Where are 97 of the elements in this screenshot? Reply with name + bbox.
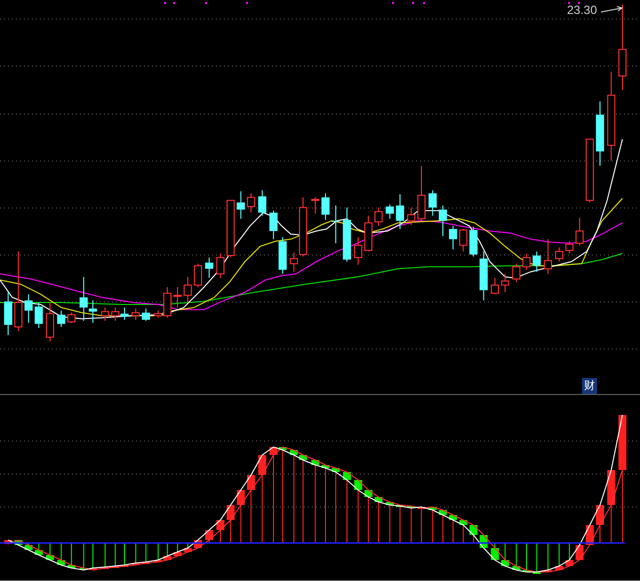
- candlestick: [407, 208, 416, 225]
- candlestick: [576, 218, 584, 246]
- candlestick: [216, 253, 224, 278]
- indicator-bar: [34, 542, 43, 556]
- indicator-bar: [374, 497, 383, 544]
- candlestick: [522, 253, 531, 270]
- candlestick: [311, 197, 320, 214]
- indicator-bar: [101, 542, 110, 569]
- candlestick: [490, 278, 499, 294]
- candlestick: [459, 228, 468, 252]
- indicator-bar: [364, 490, 372, 544]
- candlestick: [374, 208, 383, 226]
- candlestick: [24, 294, 33, 323]
- indicator-bar: [522, 542, 531, 572]
- indicator-bar: [417, 506, 426, 544]
- indicator-bar: [428, 507, 437, 544]
- indicator-bar: [142, 542, 150, 564]
- indicator-bar: [174, 542, 182, 556]
- candlestick: [354, 237, 362, 265]
- finance-badge[interactable]: 财: [582, 378, 597, 394]
- arrow-icon: [600, 6, 624, 14]
- candlestick: [173, 287, 182, 308]
- indicator-bar: [354, 480, 362, 544]
- indicator-bar: [132, 542, 140, 565]
- candlestick: [194, 264, 202, 288]
- candlestick: [332, 206, 340, 244]
- indicator-bar: [14, 540, 22, 546]
- candlestick: [4, 292, 12, 336]
- indicator-bar: [407, 506, 416, 544]
- candlestick: [469, 226, 478, 257]
- candlestick: [342, 208, 352, 262]
- indicator-bar: [386, 502, 394, 544]
- indicator-bar: [555, 542, 564, 570]
- candlestick: [417, 166, 426, 221]
- indicator-bar: [512, 542, 520, 570]
- indicator-bar: [4, 540, 12, 544]
- indicator-bar: [111, 542, 120, 568]
- candlestick: [448, 226, 458, 250]
- indicator-bar: [532, 542, 541, 574]
- indicator-bar: [396, 505, 404, 544]
- candlestick: [269, 210, 278, 240]
- indicator-bar: [24, 542, 33, 550]
- candlestick: [246, 193, 256, 213]
- indicator-bar: [184, 542, 192, 552]
- candlestick: [258, 190, 266, 216]
- candlestick: [120, 308, 129, 320]
- indicator-bar: [247, 474, 256, 544]
- indicator-bar: [469, 525, 478, 544]
- candlestick: [512, 264, 520, 282]
- indicator-bar: [163, 542, 172, 560]
- price-label: 23.30: [567, 3, 598, 17]
- candlestick: [555, 247, 564, 262]
- candlestick: [364, 216, 372, 252]
- candlestick: [132, 308, 140, 320]
- candlestick: [396, 194, 404, 229]
- candlestick: [501, 274, 510, 292]
- candlestick: [586, 138, 594, 202]
- indicator-bar: [342, 472, 351, 544]
- candlestick: [278, 237, 287, 274]
- candlestick: [596, 101, 604, 166]
- candlestick: [205, 258, 214, 278]
- candlestick: [111, 308, 120, 321]
- candlestick: [57, 310, 66, 327]
- indicator-bar: [565, 542, 574, 566]
- indicator-bar: [67, 542, 76, 568]
- candlestick: [544, 239, 552, 274]
- candlestick: [386, 204, 394, 219]
- indicator-bar: [544, 542, 552, 572]
- candlestick: [67, 312, 76, 323]
- candlestick: [226, 200, 235, 258]
- indicator-bar: [80, 542, 88, 570]
- candlestick: [438, 206, 447, 236]
- candlestick: [321, 193, 330, 220]
- indicator-bar: [236, 490, 245, 544]
- indicator-bar: [449, 515, 458, 544]
- indicator-bar: [46, 542, 54, 560]
- candlestick: [236, 191, 245, 219]
- candlestick: [101, 308, 110, 321]
- indicator-bar: [216, 520, 224, 544]
- candlestick: [142, 308, 150, 321]
- candlestick: [34, 302, 43, 328]
- indicator-bar: [88, 542, 97, 570]
- candlestick: [532, 251, 541, 272]
- indicator-bar: [154, 542, 162, 562]
- indicator-bar: [501, 542, 510, 566]
- indicator-bar: [596, 504, 604, 544]
- candlestick: [480, 251, 488, 300]
- candlestick: [184, 276, 192, 302]
- candlestick: [565, 241, 574, 254]
- indicator-bar: [226, 504, 235, 544]
- indicator-bar: [438, 510, 447, 544]
- candlestick: [46, 302, 54, 342]
- indicator-bar: [57, 542, 66, 566]
- indicator-bar: [576, 542, 584, 560]
- indicator-bar: [459, 520, 468, 544]
- candlestick: [428, 190, 437, 216]
- indicator-bar: [490, 542, 499, 560]
